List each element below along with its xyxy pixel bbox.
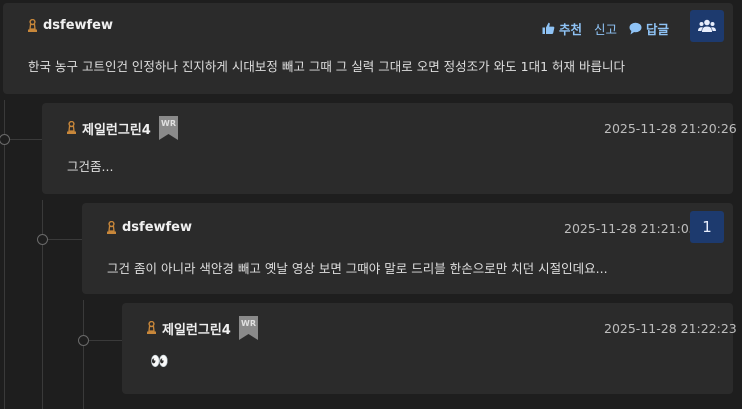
comment-timestamp: 2025-11-28 21:22:23 bbox=[604, 321, 737, 336]
comment-author[interactable]: 제일런그린4 WR bbox=[66, 116, 178, 140]
comment-text: 한국 농구 고트인건 인정하나 진지하게 시대보정 빼고 그때 그 실력 그대로… bbox=[28, 59, 625, 74]
thread-line-2-branch bbox=[42, 239, 82, 240]
writer-badge-label: WR bbox=[161, 119, 176, 128]
reply-button[interactable]: 답글 bbox=[629, 19, 669, 38]
author-name: 제일런그린4 bbox=[82, 122, 151, 138]
writer-badge-icon: WR bbox=[238, 316, 258, 340]
thumbs-up-icon bbox=[542, 22, 555, 34]
comment-timestamp: 2025-11-28 21:21:05 bbox=[564, 221, 697, 236]
report-button[interactable]: 신고 bbox=[594, 19, 617, 38]
group-button[interactable] bbox=[690, 10, 724, 42]
thread-line-1 bbox=[4, 100, 5, 409]
speech-bubble-icon bbox=[629, 22, 642, 35]
comment-text: 그건좀... bbox=[67, 159, 114, 174]
report-label: 신고 bbox=[594, 22, 618, 37]
thread-node-3 bbox=[78, 335, 89, 346]
thread-line-3-branch bbox=[83, 340, 123, 341]
thread-line-3 bbox=[83, 300, 84, 409]
rank-pawn-icon bbox=[147, 321, 156, 334]
comment-timestamp: 2025-11-28 21:20:26 bbox=[604, 121, 737, 136]
thread-node-1 bbox=[0, 134, 10, 145]
comment-card: dsfewfew 2025-11-28 21:21:05 1 그건 좀이 아니라… bbox=[82, 203, 733, 294]
thread-line-2 bbox=[42, 200, 43, 409]
comment-author[interactable]: dsfewfew bbox=[106, 220, 192, 235]
comment-card: 제일런그린4 WR 2025-11-28 21:20:26 그건좀... bbox=[42, 103, 737, 194]
author-name: dsfewfew bbox=[122, 220, 193, 235]
rank-pawn-icon bbox=[67, 121, 76, 134]
thread-node-2 bbox=[37, 234, 48, 245]
comment-actions: 추천 신고 답글 bbox=[542, 19, 669, 38]
author-name: dsfewfew bbox=[43, 18, 114, 33]
comment-card: 제일런그린4 WR 2025-11-28 21:22:23 👀 bbox=[122, 303, 737, 394]
count-badge[interactable]: 1 bbox=[690, 211, 724, 243]
author-name: 제일런그린4 bbox=[162, 322, 231, 338]
comment-text: 그건 좀이 아니라 색안경 빼고 옛날 영상 보면 그때야 말로 드리블 한손으… bbox=[107, 261, 608, 276]
writer-badge-label: WR bbox=[241, 319, 256, 328]
writer-badge-icon: WR bbox=[158, 116, 178, 140]
like-label: 추천 bbox=[559, 22, 583, 37]
comment-text: 👀 bbox=[150, 352, 169, 370]
users-icon bbox=[698, 19, 716, 32]
comment-author[interactable]: 제일런그린4 WR bbox=[146, 316, 258, 340]
reply-label: 답글 bbox=[646, 22, 670, 37]
rank-pawn-icon bbox=[107, 220, 116, 234]
rank-pawn-icon bbox=[28, 18, 37, 32]
comment-card: dsfewfew 추천 신고 답글 한국 농구 고트인건 인정하나 진지하게 시… bbox=[3, 3, 733, 94]
like-button[interactable]: 추천 bbox=[542, 19, 582, 38]
comment-author[interactable]: dsfewfew bbox=[27, 18, 113, 33]
